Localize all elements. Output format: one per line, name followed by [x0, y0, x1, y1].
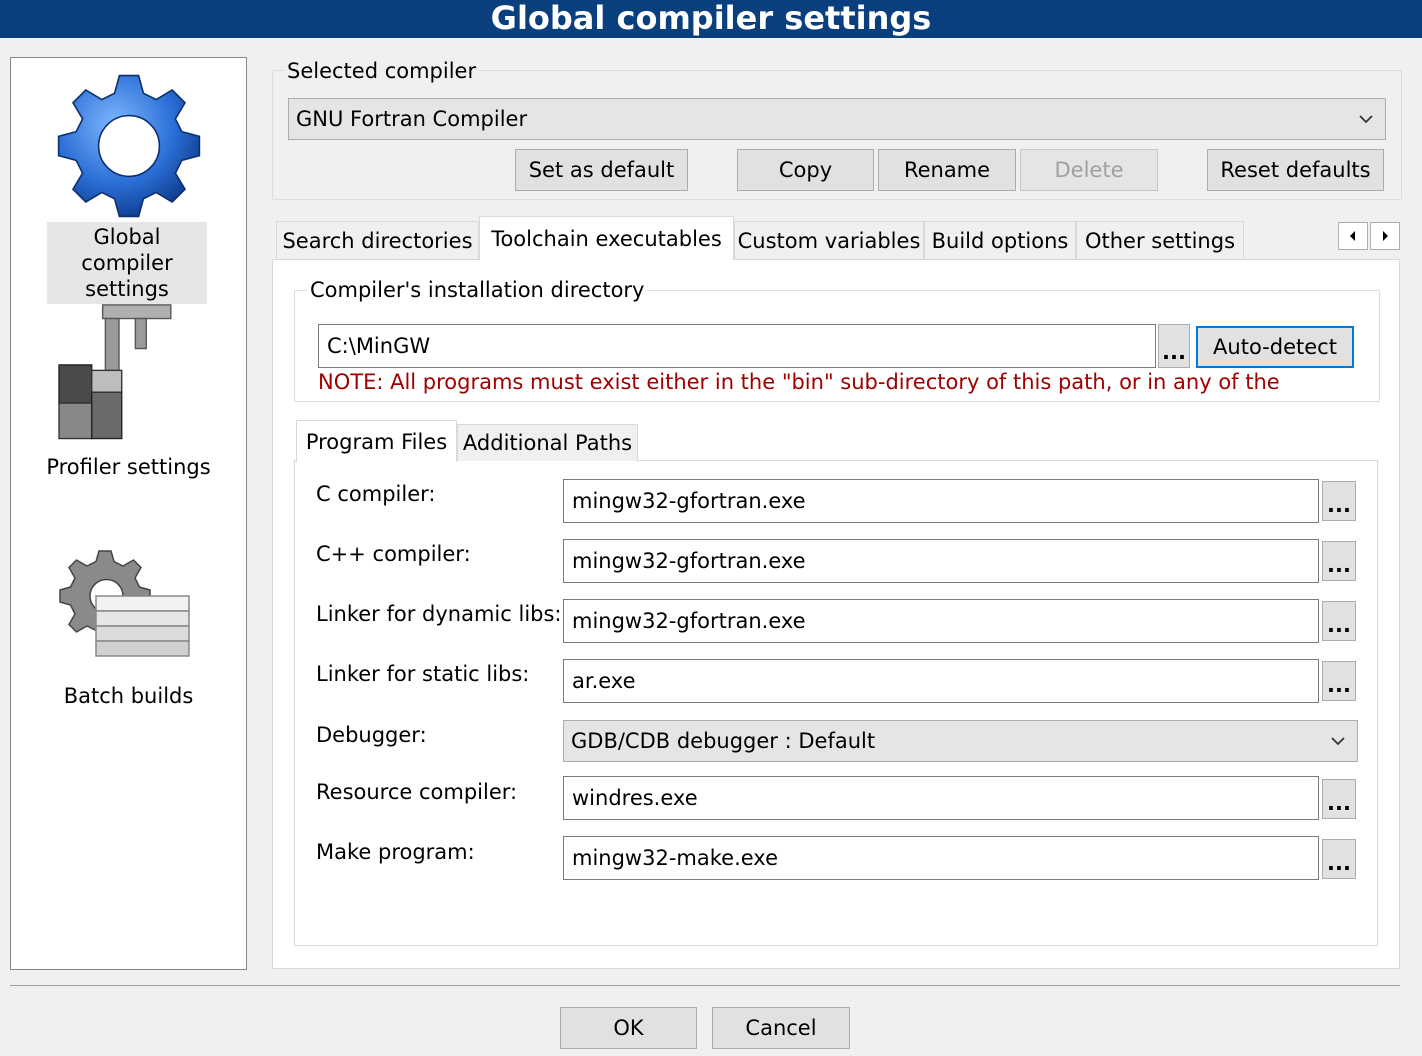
footer-separator [10, 985, 1400, 986]
install-dir-note: NOTE: All programs must exist either in … [318, 370, 1280, 394]
cancel-button[interactable]: Cancel [712, 1007, 850, 1049]
set-as-default-button[interactable]: Set as default [515, 149, 688, 191]
gear-stack-icon [58, 550, 190, 657]
cpp-compiler-label: C++ compiler: [316, 542, 471, 566]
linker-static-input[interactable]: ar.exe [563, 659, 1319, 703]
sidebar: Global compiler settings Profiler settin… [10, 57, 247, 970]
tab-toolchain-executables[interactable]: Toolchain executables [479, 216, 734, 260]
linker-static-browse-button[interactable]: ... [1322, 661, 1356, 701]
compiler-select-value: GNU Fortran Compiler [296, 107, 528, 131]
chevron-down-icon [1359, 115, 1373, 124]
arrow-right-icon [1383, 231, 1388, 241]
make-program-browse-button[interactable]: ... [1322, 839, 1356, 879]
linker-dynamic-input[interactable]: mingw32-gfortran.exe [563, 599, 1319, 643]
rename-button[interactable]: Rename [878, 149, 1016, 191]
debugger-label: Debugger: [316, 723, 427, 747]
install-dir-browse-button[interactable]: ... [1158, 324, 1190, 368]
resource-compiler-browse-button[interactable]: ... [1322, 779, 1356, 819]
tab-build-options[interactable]: Build options [924, 221, 1076, 259]
sidebar-item-label: Profiler settings [46, 455, 211, 479]
tab-search-directories[interactable]: Search directories [276, 221, 479, 259]
sidebar-item-label: Batch builds [63, 684, 194, 708]
gear-icon [57, 74, 200, 218]
reset-defaults-button[interactable]: Reset defaults [1207, 149, 1384, 191]
sidebar-item-label: Global compiler settings [47, 222, 207, 304]
c-compiler-input[interactable]: mingw32-gfortran.exe [563, 479, 1319, 523]
caliper-icon [57, 304, 171, 440]
c-compiler-label: C compiler: [316, 482, 436, 506]
debugger-select-value: GDB/CDB debugger : Default [571, 729, 876, 753]
sidebar-item-profiler[interactable]: Profiler settings [11, 294, 246, 484]
tab-custom-variables[interactable]: Custom variables [734, 221, 924, 259]
install-dir-input[interactable]: C:\MinGW [318, 324, 1156, 368]
install-dir-caption: Compiler's installation directory [307, 277, 648, 303]
chevron-down-icon [1331, 737, 1345, 746]
resource-compiler-label: Resource compiler: [316, 780, 518, 804]
auto-detect-button[interactable]: Auto-detect [1196, 326, 1354, 368]
copy-button[interactable]: Copy [737, 149, 874, 191]
compiler-select[interactable]: GNU Fortran Compiler [288, 98, 1386, 140]
sidebar-item-global-compiler[interactable]: Global compiler settings [11, 64, 246, 304]
c-compiler-browse-button[interactable]: ... [1322, 481, 1356, 521]
make-program-label: Make program: [316, 840, 475, 864]
cpp-compiler-browse-button[interactable]: ... [1322, 541, 1356, 581]
tab-other-settings[interactable]: Other settings [1076, 221, 1244, 259]
arrow-left-icon [1350, 231, 1355, 241]
linker-static-label: Linker for static libs: [316, 662, 530, 686]
cpp-compiler-input[interactable]: mingw32-gfortran.exe [563, 539, 1319, 583]
make-program-input[interactable]: mingw32-make.exe [563, 836, 1319, 880]
tab-scroll-right-button[interactable] [1370, 222, 1400, 250]
resource-compiler-input[interactable]: windres.exe [563, 776, 1319, 820]
tab-program-files[interactable]: Program Files [296, 420, 457, 462]
window-title: Global compiler settings [0, 0, 1422, 38]
delete-button[interactable]: Delete [1020, 149, 1158, 191]
linker-dynamic-browse-button[interactable]: ... [1322, 601, 1356, 641]
tab-scroll-left-button[interactable] [1338, 222, 1368, 250]
selected-compiler-caption: Selected compiler [284, 58, 480, 84]
linker-dynamic-label: Linker for dynamic libs: [316, 602, 562, 626]
sidebar-item-batch-builds[interactable]: Batch builds [11, 542, 246, 722]
tab-additional-paths[interactable]: Additional Paths [457, 424, 638, 461]
ok-button[interactable]: OK [560, 1007, 697, 1049]
debugger-select[interactable]: GDB/CDB debugger : Default [563, 720, 1358, 762]
